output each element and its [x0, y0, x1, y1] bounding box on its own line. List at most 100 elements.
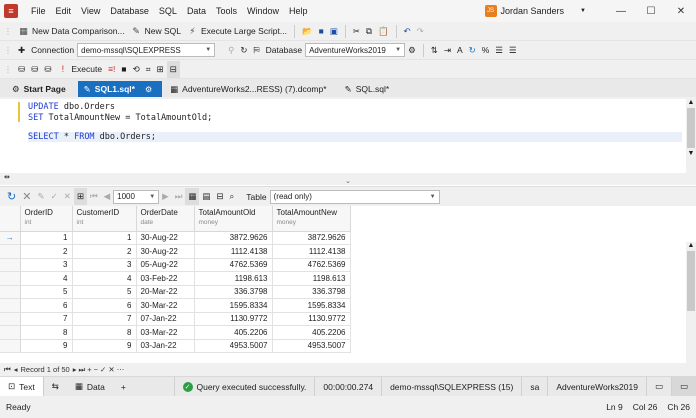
table-row[interactable]: 3 3 05-Aug-22 4762.5369 4762.5369 — [0, 258, 351, 272]
tab-sql1[interactable]: ✎ SQL1.sql* ⚙ — [77, 81, 163, 97]
table-cell[interactable]: 5 — [72, 285, 137, 299]
add-tab-button[interactable]: + — [113, 377, 134, 397]
table-cell[interactable]: 405.2206 — [272, 325, 351, 340]
copy-icon[interactable]: ⧉ — [363, 23, 375, 40]
execute-large-script-button[interactable]: ⚡ Execute Large Script... — [184, 23, 290, 40]
close-tab-icon[interactable]: ⚙ — [145, 85, 152, 94]
panel-toggle-icon[interactable]: ▭ — [670, 376, 696, 397]
table-cell[interactable]: 1112.4138 — [194, 244, 273, 259]
last-record-icon[interactable]: ⏭ — [78, 365, 85, 375]
comment-icon[interactable]: % — [479, 42, 493, 59]
new-connection-icon[interactable]: ✚ — [15, 42, 28, 59]
table-cell[interactable]: 3872.9626 — [194, 231, 273, 245]
cancel-icon[interactable]: ✕ — [19, 188, 34, 205]
table-row[interactable]: → 1 1 30-Aug-22 3872.9626 3872.9626 — [0, 231, 351, 245]
menu-sql[interactable]: SQL — [154, 6, 182, 16]
database-connect-icon[interactable]: ⛁ — [28, 61, 41, 78]
minimize-button[interactable]: — — [606, 6, 636, 17]
tab-data[interactable]: ▦ Data — [67, 377, 113, 397]
align-left-icon[interactable]: ☰ — [492, 42, 506, 59]
table-row[interactable]: 2 2 30-Aug-22 1112.4138 1112.4138 — [0, 244, 351, 259]
scrollbar-thumb[interactable] — [687, 251, 695, 311]
maximize-button[interactable]: ☐ — [636, 6, 666, 17]
row-header[interactable] — [0, 325, 21, 340]
format-icon[interactable]: ⇅ — [428, 42, 441, 59]
apply-icon[interactable]: ✓ — [48, 188, 61, 205]
table-cell[interactable]: 1198.613 — [194, 271, 273, 286]
save-all-icon[interactable]: ▣ — [327, 23, 341, 40]
table-cell[interactable]: 30-Aug-22 — [136, 231, 195, 245]
delete-record-icon[interactable]: − — [94, 365, 98, 374]
editor-vertical-scrollbar[interactable]: ▲ ▼ — [686, 99, 696, 173]
table-cell[interactable]: 03-Jan-22 — [136, 339, 195, 353]
table-cell[interactable]: 05-Aug-22 — [136, 258, 195, 272]
connection-select[interactable]: demo-mssql\SQLEXPRESS ▼ — [77, 43, 216, 57]
layout-toggle-icon[interactable]: ▭ — [645, 376, 671, 397]
grid-view-icon[interactable]: ▦ — [185, 188, 200, 205]
table-cell[interactable]: 1595.8334 — [194, 298, 273, 313]
row-header[interactable] — [0, 339, 21, 353]
table-row[interactable]: 4 4 03-Feb-22 1198.613 1198.613 — [0, 271, 351, 286]
plan-icon[interactable]: ⊞ — [153, 61, 166, 78]
table-cell[interactable]: 2 — [72, 244, 137, 259]
add-record-icon[interactable]: + — [87, 365, 91, 374]
table-row[interactable]: 7 7 07-Jan-22 1130.9772 1130.9772 — [0, 312, 351, 326]
user-name[interactable]: Jordan Sanders — [501, 6, 565, 16]
table-cell[interactable]: 3872.9626 — [272, 231, 351, 245]
table-cell[interactable]: 4762.5369 — [272, 258, 351, 272]
table-cell[interactable]: 336.3798 — [194, 285, 273, 299]
row-header[interactable] — [0, 298, 21, 313]
tab-sql[interactable]: ✎ SQL.sql* — [339, 81, 400, 97]
toolbar-grip-icon[interactable]: ⋮ — [4, 27, 12, 36]
grid-settings-icon[interactable]: ⊞ — [73, 188, 87, 205]
table-cell[interactable]: 1595.8334 — [272, 298, 351, 313]
table-cell[interactable]: 4953.5007 — [194, 339, 273, 353]
menu-data[interactable]: Data — [182, 6, 211, 16]
indent-icon[interactable]: ⇥ — [441, 42, 454, 59]
save-icon[interactable]: ■ — [316, 23, 327, 40]
font-size-icon[interactable]: A — [454, 42, 466, 59]
undo-icon[interactable]: ↶ — [401, 23, 414, 40]
open-icon[interactable]: 📂 — [299, 23, 316, 40]
column-header-orderdate[interactable]: OrderDate date — [136, 206, 195, 232]
card-view-icon[interactable]: ▤ — [199, 188, 213, 205]
table-cell[interactable]: 6 — [20, 298, 73, 313]
scroll-up-icon[interactable]: ▲ — [686, 99, 696, 106]
swap-icon[interactable]: ⇆ — [44, 377, 67, 397]
current-row-indicator[interactable]: → — [0, 231, 21, 245]
table-cell[interactable]: 7 — [72, 312, 137, 326]
menu-tools[interactable]: Tools — [211, 6, 242, 16]
redo-icon[interactable]: ↷ — [414, 23, 427, 40]
menu-help[interactable]: Help — [284, 6, 313, 16]
execute-button[interactable]: ! Execute — [54, 61, 105, 78]
confirm-record-icon[interactable]: ✓ — [100, 365, 106, 374]
align-right-icon[interactable]: ☰ — [506, 42, 520, 59]
table-cell[interactable]: 07-Jan-22 — [136, 312, 195, 326]
table-cell[interactable]: 405.2206 — [194, 325, 273, 340]
row-header[interactable] — [0, 312, 21, 326]
grid-vertical-scrollbar[interactable]: ▲ — [686, 242, 696, 363]
database-icon[interactable]: ⛁ — [15, 61, 28, 78]
table-cell[interactable]: 30-Mar-22 — [136, 298, 195, 313]
tab-text[interactable]: ⊡ Text — [0, 376, 44, 397]
menu-edit[interactable]: Edit — [51, 6, 77, 16]
table-cell[interactable]: 1 — [72, 231, 137, 245]
splitter-chevron-icon[interactable]: ⌄ — [345, 177, 351, 185]
database-disconnect-icon[interactable]: ⛁ — [41, 61, 54, 78]
toolbar-grip-icon[interactable]: ⋮ — [4, 46, 12, 55]
table-cell[interactable]: 30-Aug-22 — [136, 244, 195, 259]
table-row[interactable]: 5 5 20-Mar-22 336.3798 336.3798 — [0, 285, 351, 299]
user-avatar[interactable]: JS — [484, 5, 497, 17]
menu-view[interactable]: View — [76, 6, 105, 16]
row-header[interactable] — [0, 271, 21, 286]
execute-current-icon[interactable]: ≡! — [105, 61, 118, 78]
toolbar-grip-icon[interactable]: ⋮ — [4, 65, 12, 74]
column-header-orderid[interactable]: OrderID int — [20, 206, 73, 232]
database-select[interactable]: AdventureWorks2019 ▼ — [305, 43, 406, 57]
next-record-icon[interactable]: ▸ — [73, 365, 77, 374]
column-header-totalamountold[interactable]: TotalAmountOld money — [194, 206, 273, 232]
table-cell[interactable]: 03-Mar-22 — [136, 325, 195, 340]
options-icon[interactable]: ⋯ — [117, 365, 125, 374]
row-header[interactable] — [0, 244, 21, 259]
table-cell[interactable]: 5 — [20, 285, 73, 299]
